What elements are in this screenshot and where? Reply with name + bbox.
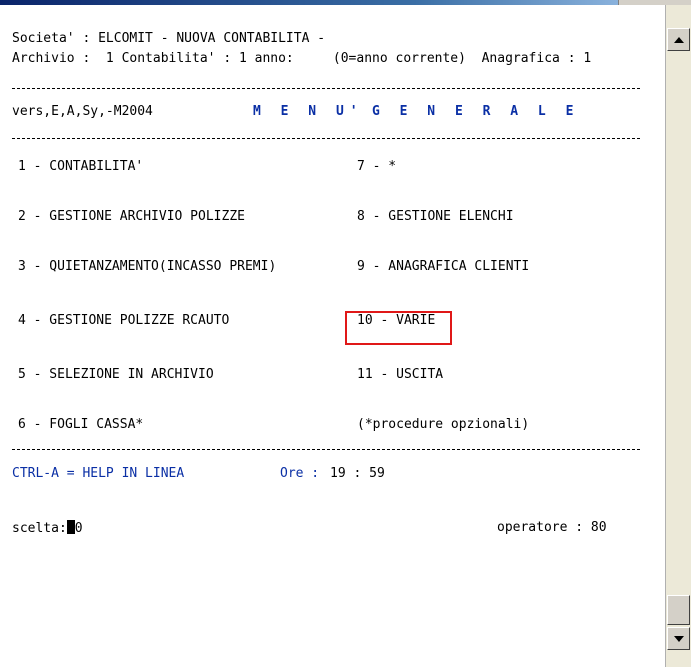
divider: [12, 138, 640, 139]
help-hint: CTRL-A = HELP IN LINEA: [12, 466, 185, 481]
menu-item-6[interactable]: 6 - FOGLI CASSA*: [18, 417, 143, 433]
menu-item-1[interactable]: 1 - CONTABILITA': [18, 159, 143, 175]
scroll-thumb[interactable]: [667, 595, 690, 625]
arrow-up-icon: [673, 36, 684, 43]
menu-title: M E N U': [253, 104, 364, 119]
generale-title: G E N E R A L E: [372, 104, 580, 119]
menu-item-2[interactable]: 2 - GESTIONE ARCHIVIO POLIZZE: [18, 209, 245, 225]
menu-item-8[interactable]: 8 - GESTIONE ELENCHI: [357, 209, 514, 225]
menu-item-9[interactable]: 9 - ANAGRAFICA CLIENTI: [357, 259, 529, 275]
menu-item-7[interactable]: 7 - *: [357, 159, 396, 175]
time-label: Ore :: [280, 466, 320, 481]
time-value: 19 : 59: [330, 466, 385, 481]
arrow-down-icon: [673, 635, 684, 642]
scroll-up-button[interactable]: [667, 28, 690, 51]
vertical-scrollbar[interactable]: [665, 5, 691, 667]
operator-label: operatore : 80: [497, 520, 607, 535]
optional-procedures-note: (*procedure opzionali): [357, 417, 530, 432]
choice-label: scelta:: [12, 521, 67, 536]
version-label: vers,E,A,Sy,-M2004: [12, 104, 153, 119]
choice-prompt: scelta: 0: [12, 520, 83, 537]
scroll-down-button[interactable]: [667, 627, 690, 650]
menu-item-11[interactable]: 11 - USCITA: [357, 367, 443, 383]
menu-item-5[interactable]: 5 - SELEZIONE IN ARCHIVIO: [18, 367, 214, 383]
menu-item-4[interactable]: 4 - GESTIONE POLIZZE RCAUTO: [18, 313, 229, 329]
selected-item-highlight: [345, 311, 452, 345]
menu-item-3[interactable]: 3 - QUIETANZAMENTO(INCASSO PREMI): [18, 259, 276, 275]
choice-input[interactable]: 0: [75, 521, 83, 536]
company-line: Societa' : ELCOMIT - NUOVA CONTABILITA -: [12, 31, 326, 46]
text-cursor: [66, 520, 75, 534]
archive-line: Archivio : 1 Contabilita' : 1 anno: (0=a…: [12, 51, 592, 66]
console-screen: Societa' : ELCOMIT - NUOVA CONTABILITA -…: [0, 5, 665, 667]
divider: [12, 88, 640, 89]
divider: [12, 449, 640, 450]
